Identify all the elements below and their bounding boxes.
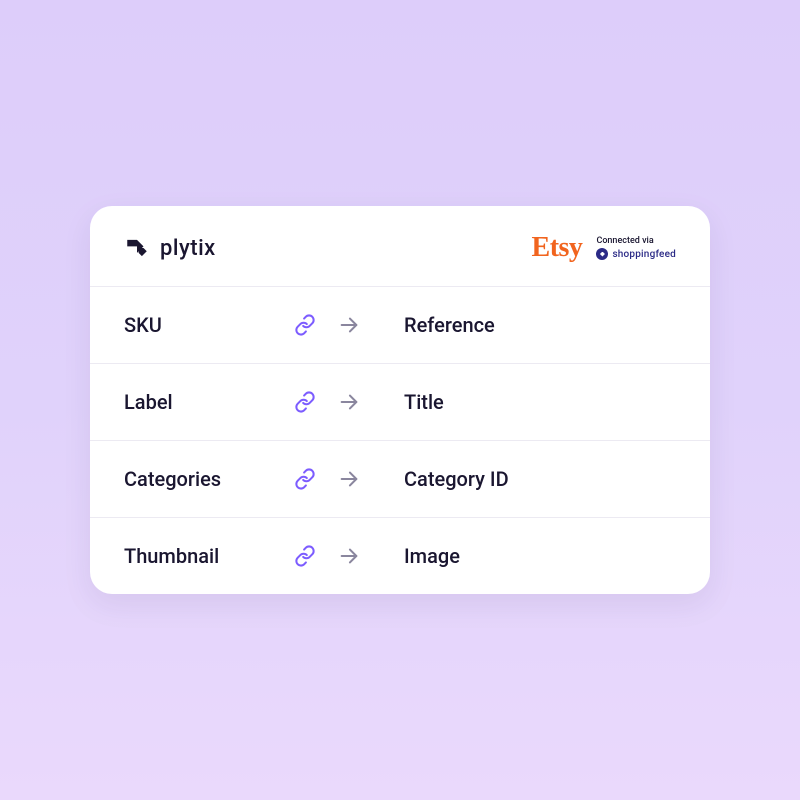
- source-field-label: SKU: [124, 313, 294, 337]
- source-field-label: Label: [124, 390, 294, 414]
- source-field-label: Categories: [124, 467, 294, 491]
- mapping-row: Label Title: [90, 363, 710, 440]
- arrow-right-icon: [338, 545, 360, 567]
- arrow-right-icon: [338, 314, 360, 336]
- connector-block: Connected via shoppingfeed: [596, 236, 676, 260]
- shoppingfeed-logo-icon: [596, 248, 608, 260]
- shoppingfeed-wordmark: shoppingfeed: [612, 249, 676, 260]
- plytix-wordmark: plytix: [160, 236, 216, 261]
- target-field-label: Reference: [404, 313, 676, 337]
- mapping-indicator: [294, 314, 404, 336]
- connected-via-label: Connected via: [596, 236, 676, 246]
- plytix-logo-icon: [124, 235, 150, 261]
- link-icon: [294, 314, 316, 336]
- source-brand: plytix: [124, 235, 216, 261]
- target-brand-block: Etsy Connected via shoppingfeed: [532, 232, 676, 264]
- mapping-indicator: [294, 468, 404, 490]
- target-field-label: Title: [404, 390, 676, 414]
- etsy-wordmark: Etsy: [532, 232, 583, 264]
- mapping-row: Categories Category ID: [90, 440, 710, 517]
- target-field-label: Category ID: [404, 467, 676, 491]
- connector-brand: shoppingfeed: [596, 248, 676, 260]
- source-field-label: Thumbnail: [124, 544, 294, 568]
- mapping-card: plytix Etsy Connected via shoppingfeed S…: [90, 206, 710, 594]
- mapping-indicator: [294, 391, 404, 413]
- link-icon: [294, 545, 316, 567]
- arrow-right-icon: [338, 468, 360, 490]
- link-icon: [294, 468, 316, 490]
- target-field-label: Image: [404, 544, 676, 568]
- card-header: plytix Etsy Connected via shoppingfeed: [90, 206, 710, 286]
- link-icon: [294, 391, 316, 413]
- arrow-right-icon: [338, 391, 360, 413]
- mapping-row: Thumbnail Image: [90, 517, 710, 594]
- mapping-indicator: [294, 545, 404, 567]
- mapping-row: SKU Reference: [90, 286, 710, 363]
